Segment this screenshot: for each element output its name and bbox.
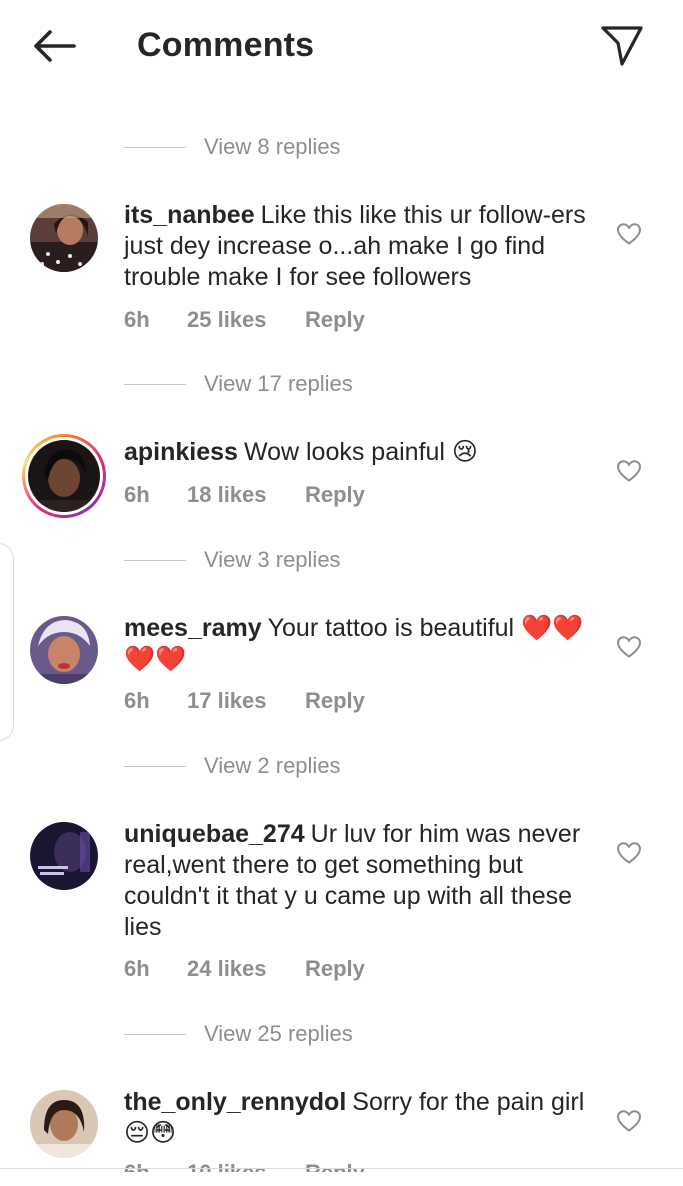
heart-icon[interactable] (616, 635, 642, 659)
heart-icon[interactable] (616, 1109, 642, 1133)
page-title: Comments (137, 26, 315, 64)
comment-text: apinkiess Wow looks painful 😢 (124, 437, 594, 468)
view-replies-label: View 17 replies (204, 371, 353, 396)
view-replies-button[interactable]: View 3 replies (124, 545, 341, 575)
side-handle[interactable] (0, 543, 14, 741)
comment-meta: 6h 25 likes Reply (124, 307, 365, 333)
view-replies-label: View 25 replies (204, 1021, 353, 1046)
reply-button[interactable]: Reply (305, 956, 365, 982)
heart-icon[interactable] (616, 222, 642, 246)
divider-line (124, 559, 186, 561)
paper-plane-icon[interactable] (598, 22, 646, 70)
avatar[interactable] (30, 822, 98, 890)
comment-time: 6h (124, 482, 150, 507)
reply-button[interactable]: Reply (305, 688, 365, 714)
comment-text: mees_ramy Your tattoo is beautiful ❤️❤️❤️… (124, 613, 594, 675)
view-replies-button[interactable]: View 25 replies (124, 1019, 353, 1049)
comment-meta: 6h 10 likes Reply (124, 1160, 365, 1185)
comment-text: its_nanbee Like this like this ur follow-… (124, 200, 594, 293)
header-bar: Comments (0, 0, 683, 92)
likes-count[interactable]: 24 likes (187, 956, 305, 982)
divider-line (124, 1033, 186, 1035)
view-replies-label: View 3 replies (204, 547, 341, 572)
comment-username[interactable]: the_only_rennydol (124, 1088, 346, 1116)
view-replies-button[interactable]: View 17 replies (124, 369, 353, 399)
comment-time: 6h (124, 688, 150, 713)
likes-count[interactable]: 10 likes (187, 1160, 305, 1172)
composer-divider (0, 1168, 683, 1169)
reply-button[interactable]: Reply (305, 482, 365, 508)
avatar[interactable] (30, 204, 98, 272)
avatar[interactable] (30, 616, 98, 684)
comment-time: 6h (124, 956, 150, 981)
likes-count[interactable]: 17 likes (187, 688, 305, 714)
arrow-left-icon[interactable] (28, 24, 80, 68)
likes-count[interactable]: 25 likes (187, 307, 305, 333)
avatar[interactable] (30, 1090, 98, 1158)
reply-button[interactable]: Reply (305, 307, 365, 333)
comment-username[interactable]: apinkiess (124, 438, 238, 466)
comment-meta: 6h 24 likes Reply (124, 956, 365, 982)
comment-time: 6h (124, 1160, 150, 1185)
divider-line (124, 146, 186, 148)
likes-count[interactable]: 18 likes (187, 482, 305, 508)
view-replies-label: View 8 replies (204, 134, 341, 159)
view-replies-label: View 2 replies (204, 753, 341, 778)
story-ring[interactable] (22, 434, 106, 518)
reply-button[interactable]: Reply (305, 1160, 365, 1172)
comment-meta: 6h 18 likes Reply (124, 482, 365, 508)
comment-username[interactable]: uniquebae_274 (124, 820, 305, 848)
comment-time: 6h (124, 307, 150, 332)
divider-line (124, 383, 186, 385)
heart-icon[interactable] (616, 459, 642, 483)
comment-body: Wow looks painful 😢 (243, 438, 478, 466)
avatar (28, 440, 100, 512)
view-replies-button[interactable]: View 8 replies (124, 132, 341, 162)
comment-text: uniquebae_274 Ur luv for him was never re… (124, 819, 594, 943)
comment-username[interactable]: mees_ramy (124, 614, 262, 642)
comment-username[interactable]: its_nanbee (124, 201, 255, 229)
comment-meta: 6h 17 likes Reply (124, 688, 365, 714)
divider-line (124, 765, 186, 767)
view-replies-button[interactable]: View 2 replies (124, 751, 341, 781)
comment-text: the_only_rennydol Sorry for the pain girl… (124, 1087, 594, 1149)
heart-icon[interactable] (616, 841, 642, 865)
